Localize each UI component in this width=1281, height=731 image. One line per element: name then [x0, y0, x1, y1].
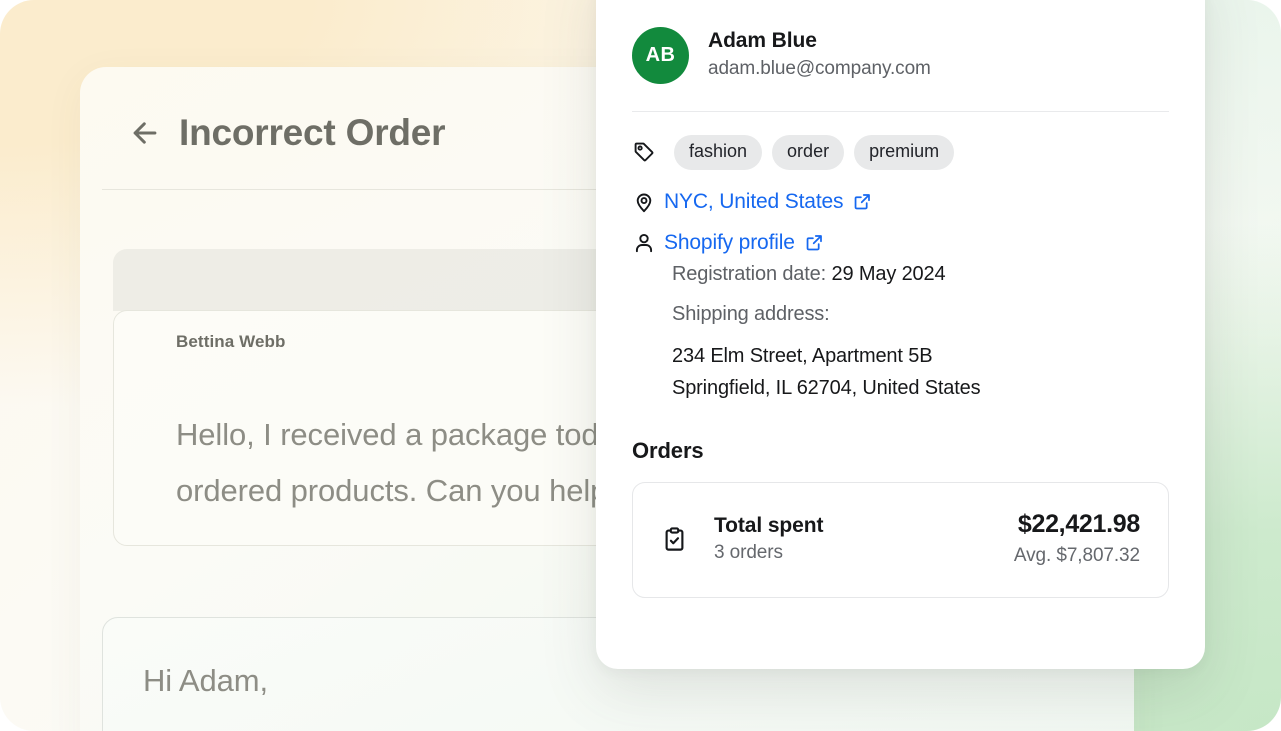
- registration-date-label: Registration date:: [672, 263, 826, 285]
- customer-details-card: AB Adam Blue adam.blue@company.com fashi…: [596, 0, 1205, 669]
- card-divider: [632, 111, 1169, 112]
- tag-icon: [632, 140, 656, 164]
- tags-row: fashion order premium: [632, 135, 1169, 170]
- average-order-value: Avg. $7,807.32: [1014, 541, 1140, 570]
- page-title: Incorrect Order: [179, 114, 445, 151]
- shopify-profile-link[interactable]: Shopify profile: [664, 231, 824, 255]
- location-row: NYC, United States: [632, 190, 1169, 214]
- customer-email[interactable]: adam.blue@company.com: [708, 55, 931, 83]
- total-spent-label: Total spent: [714, 512, 988, 540]
- map-pin-icon: [632, 190, 656, 214]
- location-link[interactable]: NYC, United States: [664, 190, 872, 214]
- shipping-address-line-2: Springfield, IL 62704, United States: [672, 372, 1169, 404]
- profile-row: Shopify profile: [632, 231, 1169, 255]
- shipping-address-line-1: 234 Elm Street, Apartment 5B: [672, 340, 1169, 372]
- customer-meta: Registration date: 29 May 2024 Shipping …: [672, 255, 1169, 404]
- tag-chip[interactable]: premium: [854, 135, 954, 170]
- avatar: AB: [632, 27, 689, 84]
- total-spent-value: $22,421.98: [1014, 509, 1140, 539]
- screenshot-stage: Incorrect Order Bettina Webb Hello, I re…: [0, 0, 1281, 731]
- external-link-icon: [853, 192, 872, 211]
- shopify-profile-label: Shopify profile: [664, 231, 795, 255]
- tag-chip[interactable]: order: [772, 135, 844, 170]
- customer-name: Adam Blue: [708, 28, 931, 55]
- order-count: 3 orders: [714, 539, 988, 568]
- shipping-address-label: Shipping address:: [672, 295, 1169, 335]
- arrow-left-icon[interactable]: [128, 116, 162, 150]
- location-label: NYC, United States: [664, 190, 843, 214]
- person-icon: [632, 231, 656, 255]
- agent-reply-greeting: Hi Adam,: [143, 663, 268, 699]
- registration-date-row: Registration date: 29 May 2024: [672, 255, 1169, 295]
- registration-date-value: 29 May 2024: [831, 263, 945, 285]
- tag-chip[interactable]: fashion: [674, 135, 762, 170]
- external-link-icon: [805, 233, 824, 252]
- customer-identity: AB Adam Blue adam.blue@company.com: [632, 0, 1169, 84]
- total-spent-card[interactable]: Total spent 3 orders $22,421.98 Avg. $7,…: [632, 482, 1169, 597]
- orders-heading: Orders: [632, 438, 1169, 464]
- message-sender-name: Bettina Webb: [176, 332, 286, 352]
- clipboard-check-icon: [661, 526, 688, 553]
